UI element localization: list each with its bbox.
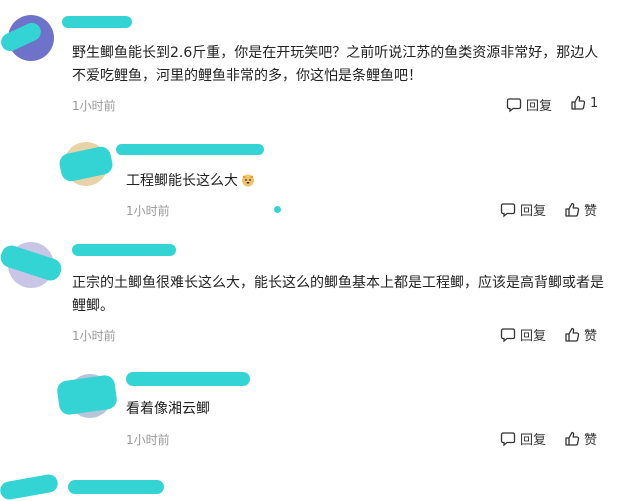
comment-icon	[500, 202, 516, 218]
redacted-avatar	[57, 144, 115, 184]
like-button[interactable]: 赞	[564, 429, 597, 448]
redacted-username	[126, 372, 250, 386]
comment-text-line: 不爱吃鲤鱼，河里的鲤鱼非常的多，你这怕是条鲤鱼吧！	[72, 68, 422, 84]
comment-icon	[500, 431, 516, 447]
reply-label: 回复	[520, 329, 547, 344]
like-button[interactable]: 赞	[564, 325, 597, 344]
comment-text: 看着像湘云鲫	[126, 401, 210, 417]
comment-icon	[500, 327, 516, 343]
like-label: 赞	[584, 204, 598, 219]
comment-text-line: 野生鲫鱼能长到2.6斤重，你是在开玩笑吧？之前听说江苏的鱼类资源非常好，那边人	[72, 45, 599, 61]
comment-text: 工程鲫能长这么大	[126, 170, 255, 193]
comment-timestamp: 1小时前	[72, 99, 116, 113]
redacted-avatar	[0, 473, 60, 501]
comment-text-line: 正宗的土鲫鱼很难长这么大，能长这么的鲫鱼基本上都是工程鲫，应该是高背鲫或者是	[72, 275, 604, 291]
comment-icon	[506, 97, 522, 113]
reply-label: 回复	[520, 204, 547, 219]
reply-label: 回复	[520, 433, 547, 448]
like-button[interactable]: 1	[570, 95, 598, 111]
redacted-username	[68, 480, 164, 494]
reply-button[interactable]: 回复	[500, 325, 546, 344]
like-count: 1	[590, 95, 599, 111]
unread-dot	[274, 206, 281, 213]
reply-button[interactable]: 回复	[500, 429, 546, 448]
like-button[interactable]: 赞	[564, 200, 597, 219]
like-label: 赞	[584, 329, 598, 344]
comment-text-content: 工程鲫能长这么大	[126, 173, 238, 189]
comment-text-line: 鲤鲫。	[72, 298, 114, 314]
reply-label: 回复	[526, 99, 553, 114]
redacted-avatar	[55, 374, 119, 416]
like-label: 赞	[584, 433, 598, 448]
reply-button[interactable]: 回复	[500, 200, 546, 219]
thumbs-up-icon	[564, 202, 580, 218]
comment-timestamp: 1小时前	[126, 433, 170, 447]
redacted-username	[116, 144, 264, 155]
comment-timestamp: 1小时前	[72, 329, 116, 343]
reply-button[interactable]: 回复	[506, 95, 552, 114]
redacted-username	[62, 16, 132, 28]
redacted-username	[72, 244, 176, 256]
thumbs-up-icon	[564, 431, 580, 447]
comment-timestamp: 1小时前	[126, 204, 170, 218]
thumbs-up-icon	[570, 95, 586, 111]
doge-emoji-icon	[241, 172, 255, 187]
thumbs-up-icon	[564, 327, 580, 343]
